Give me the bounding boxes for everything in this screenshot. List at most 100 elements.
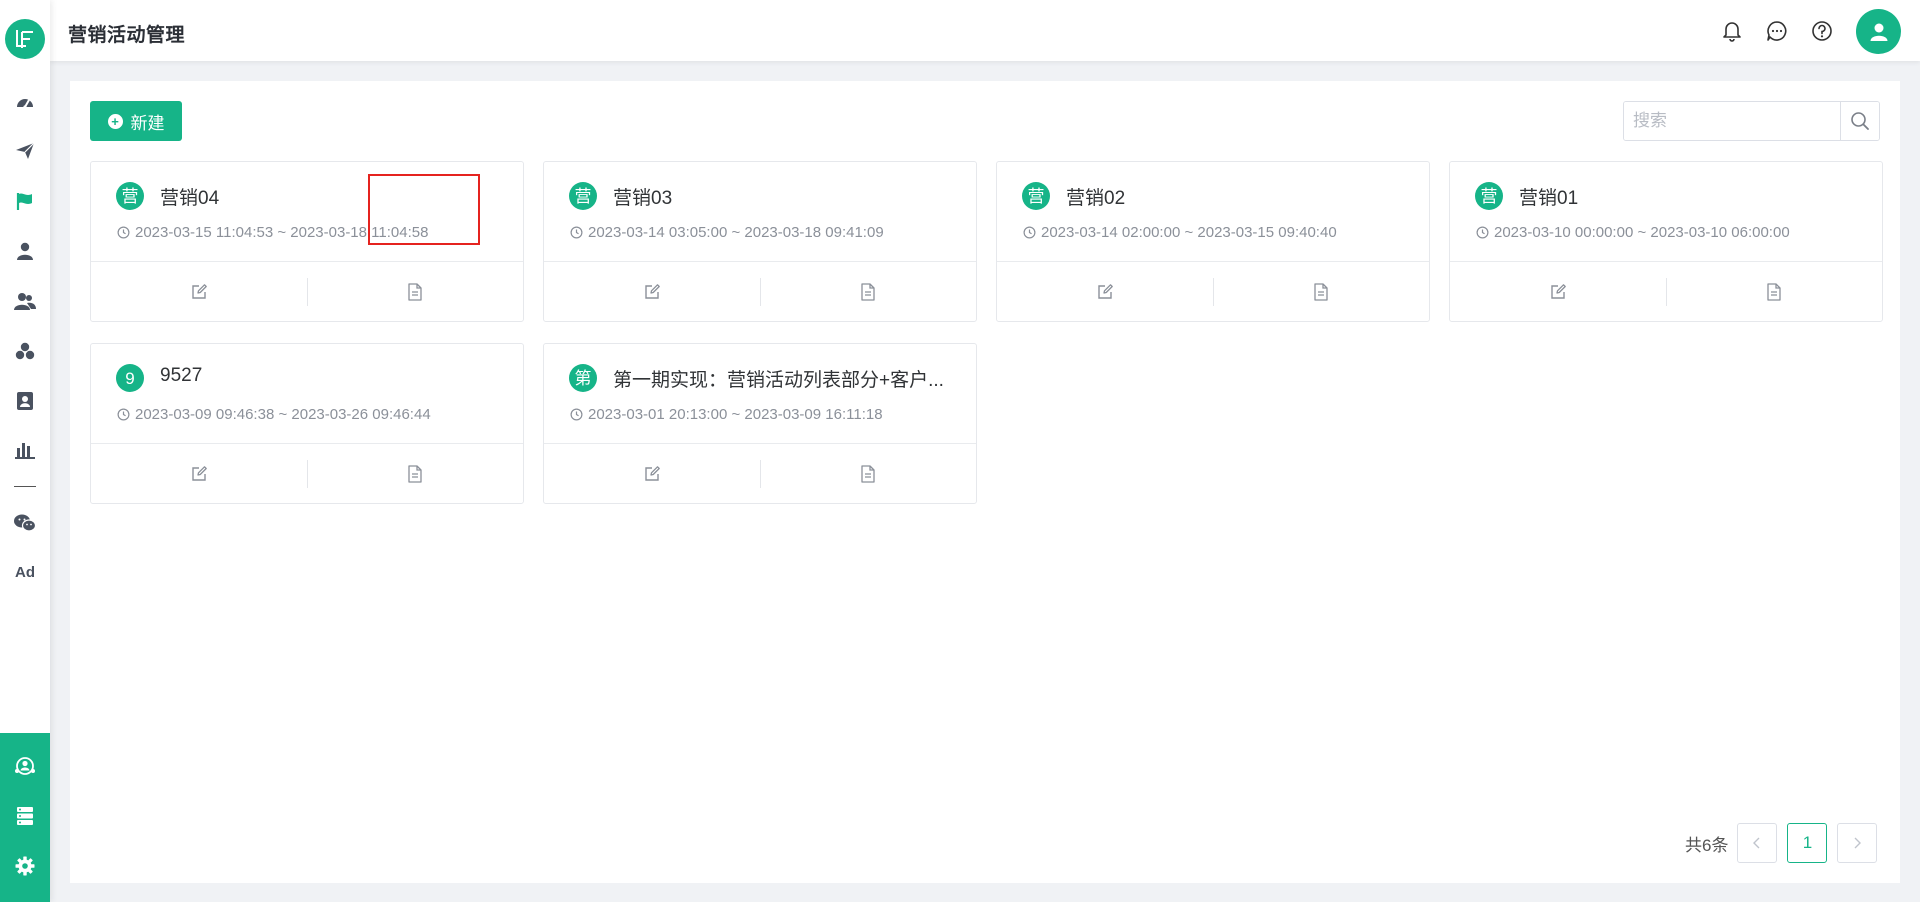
chat-bubble-icon [1767, 21, 1787, 41]
document-icon [1314, 282, 1328, 301]
campaign-title[interactable]: 第一期实现：营销活动列表部分+客户... [613, 365, 965, 392]
app-logo[interactable] [5, 19, 45, 59]
help-button[interactable] [1810, 19, 1834, 43]
next-page-button[interactable] [1837, 823, 1878, 863]
sidebar-item-groups[interactable] [0, 336, 50, 366]
edit-icon [192, 465, 207, 481]
page-number-button[interactable]: 1 [1787, 823, 1828, 863]
bar-chart-icon [15, 443, 35, 459]
new-campaign-button[interactable]: + 新建 [90, 101, 182, 141]
user-icon [17, 242, 33, 260]
campaign-badge: 营 [569, 182, 597, 210]
sidebar-item-statistics[interactable] [0, 435, 50, 465]
ad-icon: Ad [15, 563, 35, 581]
campaign-title[interactable]: 营销01 [1519, 183, 1871, 210]
new-button-label: 新建 [130, 113, 165, 133]
campaign-time-range: 2023-03-01 20:13:00 ~ 2023-03-09 16:11:1… [570, 406, 883, 423]
edit-button[interactable] [544, 262, 760, 322]
campaign-title[interactable]: 营销02 [1066, 183, 1418, 210]
question-circle-icon [1812, 21, 1832, 41]
campaign-time-text: 2023-03-10 00:00:00 ~ 2023-03-10 06:00:0… [1494, 224, 1790, 241]
campaign-badge: 营 [1475, 182, 1503, 210]
campaign-badge: 第 [569, 364, 597, 392]
edit-button[interactable] [91, 262, 307, 322]
sidebar-item-network[interactable] [0, 751, 50, 781]
edit-button[interactable] [544, 444, 760, 504]
edit-icon [192, 283, 207, 299]
avatar-user-icon [1870, 23, 1887, 41]
detail-button[interactable] [1214, 262, 1430, 322]
clock-icon [1476, 226, 1489, 239]
gear-icon [15, 856, 35, 876]
campaign-badge: 营 [116, 182, 144, 210]
detail-button[interactable] [308, 262, 524, 322]
sidebar: Ad [0, 0, 50, 902]
notification-button[interactable] [1720, 19, 1744, 43]
paper-plane-icon [16, 142, 35, 159]
campaign-title[interactable]: 9527 [160, 365, 512, 387]
sidebar-item-dashboard[interactable] [0, 87, 50, 117]
edit-icon [645, 465, 660, 481]
clock-icon [570, 408, 583, 421]
search-box [1623, 101, 1880, 141]
detail-button[interactable] [761, 444, 977, 504]
sidebar-item-send[interactable] [0, 136, 50, 166]
sidebar-item-contacts[interactable] [0, 386, 50, 416]
card-actions [1450, 261, 1882, 321]
edit-icon [1551, 283, 1566, 299]
document-icon [408, 282, 422, 301]
contact-card-icon [17, 392, 33, 410]
dashboard-icon [17, 99, 33, 109]
edit-icon [645, 283, 660, 299]
document-icon [861, 282, 875, 301]
sidebar-item-server[interactable] [0, 801, 50, 831]
campaign-time-text: 2023-03-09 09:46:38 ~ 2023-03-26 09:46:4… [135, 406, 431, 423]
campaign-time-range: 2023-03-10 00:00:00 ~ 2023-03-10 06:00:0… [1476, 224, 1790, 241]
document-icon [408, 464, 422, 483]
campaign-badge: 营 [1022, 182, 1050, 210]
edit-button[interactable] [1450, 262, 1666, 322]
user-avatar[interactable] [1856, 9, 1901, 54]
campaign-title[interactable]: 营销04 [160, 183, 512, 210]
sidebar-item-ad[interactable]: Ad [0, 557, 50, 587]
main-panel: + 新建 营 营销04 2023-03-15 11:04:53 ~ 2023-0… [70, 81, 1900, 883]
plus-circle-icon: + [107, 113, 123, 129]
sidebar-item-campaigns[interactable] [0, 186, 50, 216]
chevron-right-icon [1854, 837, 1862, 849]
sidebar-item-wechat[interactable] [0, 508, 50, 538]
logo-icon [16, 30, 33, 48]
pagination: 共6条 1 [1685, 823, 1878, 863]
search-input[interactable] [1624, 102, 1840, 140]
card-actions [91, 261, 523, 321]
flag-icon [16, 193, 32, 210]
campaign-time-range: 2023-03-15 11:04:53 ~ 2023-03-18 11:04:5… [117, 224, 428, 241]
sidebar-item-settings[interactable] [0, 851, 50, 881]
bell-icon [1723, 22, 1741, 42]
campaign-card: 9 9527 2023-03-09 09:46:38 ~ 2023-03-26 … [90, 343, 524, 504]
campaign-time-text: 2023-03-14 03:05:00 ~ 2023-03-18 09:41:0… [588, 224, 884, 241]
campaign-card: 营 营销04 2023-03-15 11:04:53 ~ 2023-03-18 … [90, 161, 524, 322]
edit-button[interactable] [997, 262, 1213, 322]
detail-button[interactable] [1667, 262, 1883, 322]
messages-button[interactable] [1765, 19, 1789, 43]
campaign-title[interactable]: 营销03 [613, 183, 965, 210]
clock-icon [1023, 226, 1036, 239]
users-icon [14, 293, 36, 310]
detail-button[interactable] [761, 262, 977, 322]
prev-page-button[interactable] [1737, 823, 1778, 863]
sidebar-item-user[interactable] [0, 236, 50, 266]
edit-icon [1098, 283, 1113, 299]
detail-button[interactable] [308, 444, 524, 504]
campaign-card: 第 第一期实现：营销活动列表部分+客户... 2023-03-01 20:13:… [543, 343, 977, 504]
sidebar-item-users[interactable] [0, 286, 50, 316]
document-icon [861, 464, 875, 483]
edit-button[interactable] [91, 444, 307, 504]
search-icon [1851, 112, 1869, 130]
card-actions [91, 443, 523, 503]
card-actions [997, 261, 1429, 321]
search-button[interactable] [1840, 102, 1879, 140]
campaign-time-text: 2023-03-14 02:00:00 ~ 2023-03-15 09:40:4… [1041, 224, 1337, 241]
campaign-card: 营 营销03 2023-03-14 03:05:00 ~ 2023-03-18 … [543, 161, 977, 322]
server-icon [17, 807, 33, 825]
campaign-time-range: 2023-03-14 03:05:00 ~ 2023-03-18 09:41:0… [570, 224, 884, 241]
